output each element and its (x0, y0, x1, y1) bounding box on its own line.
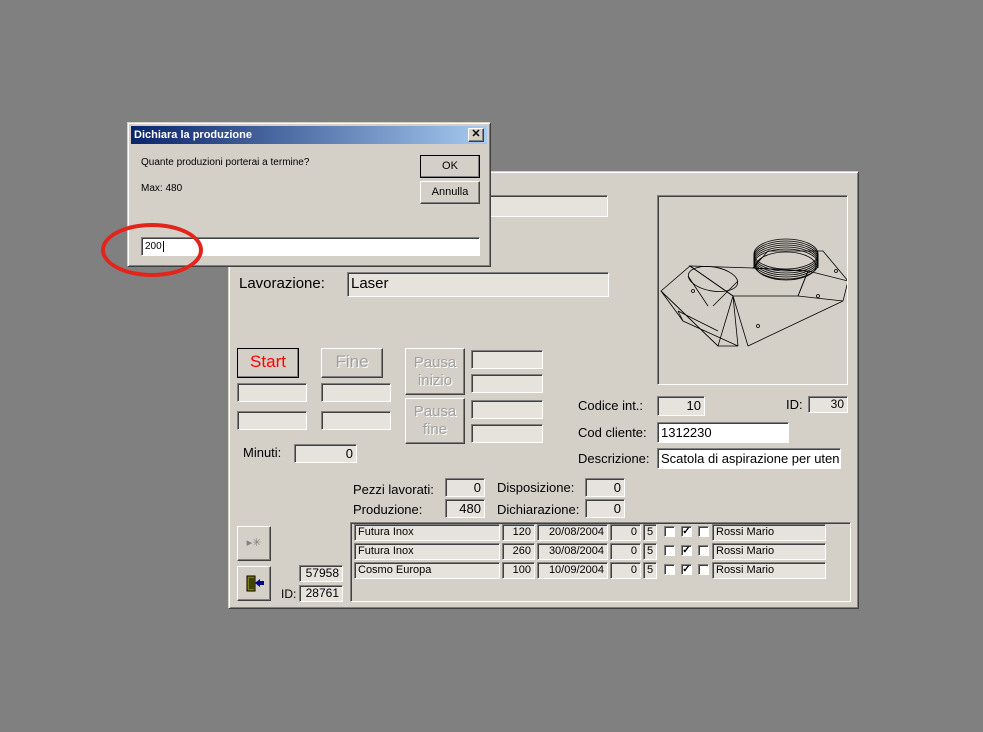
close-button[interactable]: ✕ (468, 128, 484, 142)
order-n2-cell[interactable]: 5 (643, 562, 657, 579)
codice-int-field[interactable]: 10 (657, 396, 705, 416)
close-icon: ✕ (471, 128, 481, 140)
exit-button[interactable] (237, 566, 271, 601)
minuti-field[interactable]: 0 (294, 444, 357, 463)
start-label: Start (250, 352, 286, 371)
dialog-title: Dichiara la produzione (134, 129, 252, 141)
order-qty-cell[interactable]: 100 (502, 562, 535, 579)
descrizione-field[interactable]: Scatola di aspirazione per uten (657, 448, 841, 469)
produzione-field[interactable]: 480 (445, 499, 485, 518)
order-qty-cell[interactable]: 120 (502, 524, 535, 541)
order-n1-cell[interactable]: 0 (610, 524, 641, 541)
bottom-id-field: 28761 (299, 585, 343, 602)
dichiarazione-field[interactable]: 0 (585, 499, 625, 518)
order-n1-cell[interactable]: 0 (610, 562, 641, 579)
start-button[interactable]: Start (237, 348, 299, 378)
part-drawing (657, 195, 850, 385)
record-number-field: 57958 (299, 565, 343, 582)
annulla-label: Annulla (431, 186, 469, 198)
fine-date-field[interactable] (321, 383, 391, 402)
start-date-field[interactable] (237, 383, 307, 402)
cod-cliente-label: Cod cliente: (578, 425, 647, 440)
order-operator-cell[interactable]: Rossi Mario (712, 543, 826, 560)
lavorazione-field[interactable]: Laser (347, 272, 609, 297)
start-time-field[interactable] (237, 411, 307, 430)
order-checkbox-3[interactable] (698, 545, 709, 556)
order-n1-cell[interactable]: 0 (610, 543, 641, 560)
dialog-prompt: Quante produzioni porterai a termine? (141, 157, 310, 168)
new-record-icon: ▸✳ (246, 537, 262, 549)
pausa-fine-time-field[interactable] (471, 424, 543, 443)
produzione-label: Produzione: (353, 502, 423, 517)
pausa-inizio-button[interactable]: Pausa inizio (405, 348, 465, 395)
order-date-cell[interactable]: 20/08/2004 (537, 524, 608, 541)
pausa-inizio-label: Pausa inizio (413, 354, 457, 389)
order-n2-cell[interactable]: 5 (643, 524, 657, 541)
order-operator-cell[interactable]: Rossi Mario (712, 524, 826, 541)
disposizione-label: Disposizione: (497, 480, 575, 495)
order-row[interactable]: Futura Inox 260 30/08/2004 0 5 ✓ Rossi Mario (351, 543, 850, 561)
pausa-fine-label: Pausa fine (413, 403, 457, 438)
pausa-inizio-time-field[interactable] (471, 374, 543, 393)
cod-cliente-field[interactable]: 1312230 (657, 422, 789, 443)
descrizione-label: Descrizione: (578, 451, 650, 466)
order-row[interactable]: Cosmo Europa 100 10/09/2004 0 5 ✓ Rossi Mario (351, 562, 850, 580)
order-checkbox-2[interactable]: ✓ (681, 545, 692, 556)
exit-door-icon (246, 575, 264, 592)
order-client-cell[interactable]: Cosmo Europa (354, 562, 500, 579)
pausa-inizio-date-field[interactable] (471, 350, 543, 369)
order-date-cell[interactable]: 10/09/2004 (537, 562, 608, 579)
cad-drawing-icon (660, 238, 850, 347)
pausa-fine-button[interactable]: Pausa fine (405, 398, 465, 444)
order-checkbox-1[interactable] (664, 564, 675, 575)
ok-label: OK (442, 160, 458, 172)
highlight-circle (101, 223, 203, 277)
dialog-max-text: Max: 480 (141, 183, 183, 194)
fine-label: Fine (335, 352, 369, 371)
order-n2-cell[interactable]: 5 (643, 543, 657, 560)
orders-subform: Futura Inox 120 20/08/2004 0 5 ✓ Rossi Mario Fu… (350, 522, 851, 602)
lavorazione-label: Lavorazione: (239, 275, 325, 292)
top-field[interactable] (488, 195, 608, 217)
dialog-title-bar: Dichiara la produzione ✕ (131, 126, 487, 144)
bottom-id-label: ID: (281, 587, 297, 601)
minuti-label: Minuti: (243, 445, 282, 460)
pezzi-lavorati-field[interactable]: 0 (445, 478, 485, 497)
id-label: ID: (786, 397, 803, 412)
order-client-cell[interactable]: Futura Inox (354, 543, 500, 560)
order-checkbox-1[interactable] (664, 526, 675, 537)
order-checkbox-2[interactable]: ✓ (681, 526, 692, 537)
disposizione-field[interactable]: 0 (585, 478, 625, 497)
pausa-fine-date-field[interactable] (471, 400, 543, 419)
order-date-cell[interactable]: 30/08/2004 (537, 543, 608, 560)
order-checkbox-2[interactable]: ✓ (681, 564, 692, 575)
order-row[interactable]: Futura Inox 120 20/08/2004 0 5 ✓ Rossi Mario (351, 524, 850, 542)
fine-button[interactable]: Fine (321, 348, 383, 378)
new-record-button[interactable]: ▸✳ (237, 526, 271, 561)
pezzi-lavorati-label: Pezzi lavorati: (353, 482, 434, 497)
order-checkbox-3[interactable] (698, 526, 709, 537)
order-checkbox-1[interactable] (664, 545, 675, 556)
codice-int-label: Codice int.: (578, 398, 644, 413)
order-client-cell[interactable]: Futura Inox (354, 524, 500, 541)
ok-button[interactable]: OK (420, 155, 480, 178)
order-qty-cell[interactable]: 260 (502, 543, 535, 560)
dichiarazione-label: Dichiarazione: (497, 502, 580, 517)
id-field: 30 (808, 396, 848, 413)
order-operator-cell[interactable]: Rossi Mario (712, 562, 826, 579)
order-checkbox-3[interactable] (698, 564, 709, 575)
annulla-button[interactable]: Annulla (420, 181, 480, 204)
fine-time-field[interactable] (321, 411, 391, 430)
